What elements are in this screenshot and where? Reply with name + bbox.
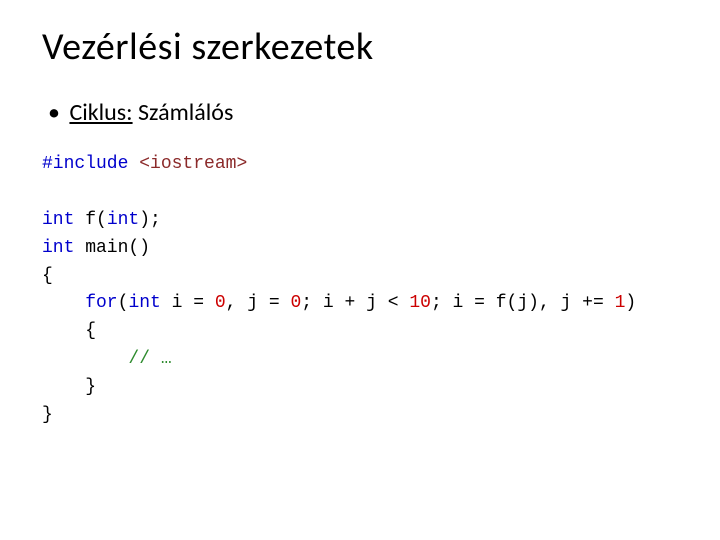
code-block: #include <iostream> int f(int); int main… <box>42 151 678 430</box>
bullet-label-underline: Ciklus: <box>69 98 132 127</box>
slide-title: Vezérlési szerkezetek <box>42 24 678 70</box>
code-text: main() <box>74 238 150 258</box>
code-number: 0 <box>215 293 226 313</box>
code-text <box>42 349 128 369</box>
code-text: ( <box>118 293 129 313</box>
slide: Vezérlési szerkezetek • Ciklus: Számláló… <box>0 0 720 454</box>
code-number: 1 <box>615 293 626 313</box>
bullet-dot: • <box>48 98 64 127</box>
code-text: ; i = f(j), j += <box>431 293 615 313</box>
code-number: 10 <box>409 293 431 313</box>
code-number: 0 <box>290 293 301 313</box>
code-text: { <box>42 266 53 286</box>
code-keyword: int <box>107 210 139 230</box>
code-text: } <box>42 377 96 397</box>
code-text: i = <box>161 293 215 313</box>
code-include-header: <iostream> <box>128 154 247 174</box>
code-keyword: int <box>42 210 74 230</box>
code-text: ); <box>139 210 161 230</box>
code-text: ; i + j < <box>301 293 409 313</box>
bullet-item: • Ciklus: Számlálós <box>48 98 678 127</box>
code-keyword: for <box>42 293 118 313</box>
code-keyword: int <box>42 238 74 258</box>
code-text: f( <box>74 210 106 230</box>
code-comment: // … <box>128 349 171 369</box>
code-text: { <box>42 321 96 341</box>
code-keyword: int <box>128 293 160 313</box>
code-keyword: #include <box>42 154 128 174</box>
code-text: } <box>42 405 53 425</box>
bullet-label: Számlálós <box>133 98 234 127</box>
code-text: , j = <box>226 293 291 313</box>
code-text: ) <box>625 293 636 313</box>
